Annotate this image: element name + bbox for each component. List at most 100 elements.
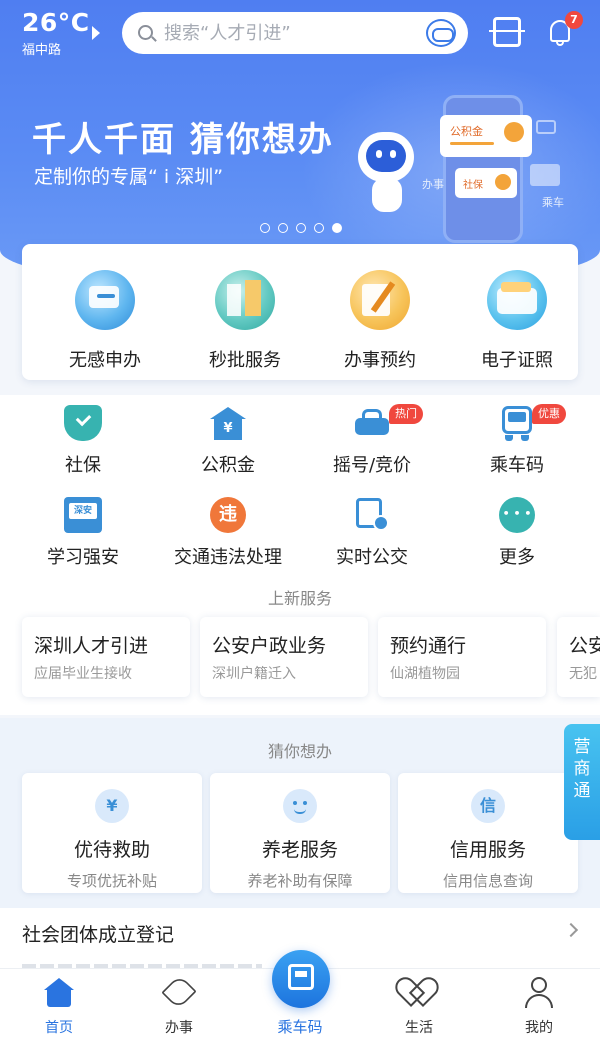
home-icon	[43, 977, 75, 1007]
service-label: 社保	[65, 455, 101, 476]
carousel-dot-active[interactable]	[332, 223, 342, 233]
banner-subline: 定制你的专属“ i 深圳”	[34, 166, 224, 188]
scan-icon[interactable]	[489, 17, 525, 47]
chevron-right-icon	[563, 922, 579, 938]
violation-icon: 违	[210, 497, 246, 533]
tab-banshi[interactable]: 办事	[129, 974, 229, 1037]
card-subtitle: 专项优抚补贴	[66, 872, 157, 890]
featured-item-wugan[interactable]: 无感申办	[45, 270, 165, 372]
building-icon	[215, 270, 275, 330]
bus-qr-fab[interactable]	[272, 950, 330, 1008]
send-icon	[161, 974, 197, 1010]
card-title: 深圳人才引进	[34, 635, 149, 657]
credit-shield-icon: 信	[471, 789, 505, 823]
banner-headline: 千人千面 猜你想办	[32, 120, 334, 160]
service-more[interactable]: 更多	[452, 497, 582, 569]
search-input[interactable]	[164, 18, 414, 48]
search-bar[interactable]	[122, 12, 468, 54]
card-title: 信用服务	[449, 839, 526, 861]
card-title: 公安户政业务	[212, 635, 327, 657]
service-grid: 社保 ¥ 公积金 热门 摇号/竞价 优惠 乘车码 深安 学习强安 违 交通违法处…	[0, 395, 600, 585]
elder-face-icon	[283, 789, 317, 823]
car-icon	[353, 405, 391, 441]
hand-card-icon	[75, 270, 135, 330]
card-title: 预约通行	[390, 635, 467, 657]
service-label: 交通违法处理	[174, 547, 282, 568]
service-yaohao[interactable]: 热门 摇号/竞价	[307, 404, 437, 477]
bus-stop-icon	[353, 497, 391, 533]
card-subtitle: 应届毕业生接收	[34, 666, 132, 682]
service-gongjijin[interactable]: ¥ 公积金	[163, 405, 293, 477]
side-tab-yingshangtong[interactable]: 营商通	[564, 724, 600, 840]
temperature: 26°C	[22, 8, 90, 37]
guess-card[interactable]: 信 信用服务 信用信息查询	[398, 773, 578, 893]
tab-shenghuo[interactable]: 生活	[369, 977, 469, 1037]
service-label: 乘车码	[490, 455, 544, 476]
card-subtitle: 仙湖植物园	[390, 666, 460, 682]
featured-item-yuyue[interactable]: 办事预约	[320, 270, 440, 372]
service-label: 实时公交	[336, 547, 408, 568]
shield-icon	[64, 405, 102, 441]
new-service-card[interactable]: 公安 无犯	[557, 617, 600, 697]
service-xuexiqiangan[interactable]: 深安 学习强安	[18, 497, 148, 569]
card-title: 优待救助	[73, 839, 150, 861]
location-arrow-icon[interactable]	[92, 26, 100, 40]
card-title: 养老服务	[261, 839, 338, 861]
featured-label: 办事预约	[344, 350, 416, 371]
new-services-section: 上新服务 深圳人才引进 应届毕业生接收 公安户政业务 深圳户籍迁入 预约通行 仙…	[0, 585, 600, 715]
service-label: 公积金	[201, 455, 255, 476]
carousel-dot[interactable]	[278, 223, 288, 233]
hot-tag: 热门	[389, 404, 423, 424]
provident-fund-card-illustration: 公积金	[440, 115, 532, 157]
more-icon	[499, 497, 535, 533]
service-label: 更多	[499, 547, 535, 568]
side-tab-label: 营商通	[573, 737, 591, 801]
featured-label: 无感申办	[69, 350, 141, 371]
list-row-title: 社会团体成立登记	[22, 924, 175, 946]
featured-item-zhengzhao[interactable]: 电子证照	[457, 270, 577, 372]
featured-item-miaopi[interactable]: 秒批服务	[185, 270, 305, 372]
doc-illustration	[530, 164, 560, 186]
tab-wode[interactable]: 我的	[489, 977, 589, 1037]
section-title-guess: 猜你想办	[267, 742, 332, 761]
card-subtitle: 无犯	[569, 666, 597, 682]
carousel-dot[interactable]	[296, 223, 306, 233]
pen-calendar-icon	[350, 270, 410, 330]
weather-widget[interactable]: 26°C 福中路	[22, 8, 90, 58]
section-title-new: 上新服务	[267, 589, 332, 608]
tab-chechema-label[interactable]: 乘车码	[250, 1016, 350, 1037]
service-label: 摇号/竞价	[332, 455, 412, 476]
card-title: 公安	[569, 635, 600, 657]
service-shebao[interactable]: 社保	[18, 405, 148, 477]
service-weifa[interactable]: 违 交通违法处理	[163, 497, 293, 569]
banner-label-affairs: 办事	[422, 178, 444, 191]
featured-label: 电子证照	[481, 350, 553, 371]
guess-card[interactable]: 养老服务 养老补助有保障	[210, 773, 390, 893]
featured-services-card: 无感申办 秒批服务 办事预约 电子证照	[22, 244, 578, 380]
new-service-card[interactable]: 公安户政业务 深圳户籍迁入	[200, 617, 368, 697]
discount-tag: 优惠	[532, 404, 566, 424]
bus-qr-icon	[498, 405, 536, 441]
tab-label: 生活	[405, 1020, 433, 1036]
tab-home[interactable]: 首页	[9, 977, 109, 1037]
service-shishigongjiao[interactable]: 实时公交	[307, 497, 437, 569]
notification-badge: 7	[565, 11, 583, 29]
tab-label: 首页	[45, 1020, 73, 1036]
new-service-card[interactable]: 深圳人才引进 应届毕业生接收	[22, 617, 190, 697]
assistant-robot-icon[interactable]	[426, 19, 456, 47]
card-subtitle: 信用信息查询	[442, 872, 533, 890]
carousel-dot[interactable]	[260, 223, 270, 233]
banner-label-ride: 乘车	[542, 196, 564, 209]
heart-icon	[403, 977, 435, 1007]
chart-illustration	[536, 120, 556, 134]
tab-label: 我的	[525, 1020, 553, 1036]
card-subtitle: 养老补助有保障	[247, 872, 353, 890]
carousel-dot[interactable]	[314, 223, 324, 233]
guess-card[interactable]: ¥ 优待救助 专项优抚补贴	[22, 773, 202, 893]
service-chechema[interactable]: 优惠 乘车码	[452, 404, 582, 477]
new-service-card[interactable]: 预约通行 仙湖植物园	[378, 617, 546, 697]
tab-label: 办事	[165, 1020, 193, 1036]
location: 福中路	[22, 43, 62, 58]
house-yuan-icon: ¥	[209, 405, 247, 441]
social-security-card-illustration: 社保	[455, 168, 517, 198]
